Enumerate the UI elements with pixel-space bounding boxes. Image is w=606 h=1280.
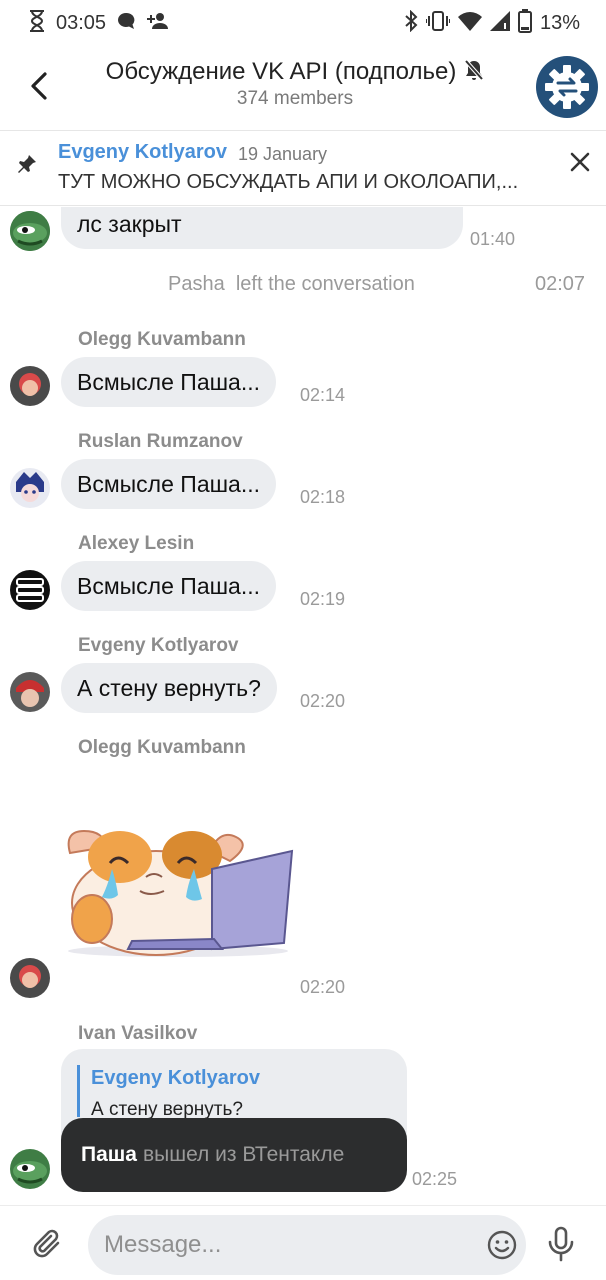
pinned-date: 19 January xyxy=(238,144,328,164)
sender-name[interactable]: Ruslan Rumzanov xyxy=(78,431,243,453)
battery-icon xyxy=(517,8,532,38)
pinned-author: Evgeny Kotlyarov xyxy=(58,141,227,163)
message-input[interactable]: Message... xyxy=(88,1215,526,1275)
bluetooth-icon xyxy=(404,9,418,37)
message-text: Всмысле Паша... xyxy=(77,572,261,599)
close-pinned-button[interactable] xyxy=(566,148,594,176)
chevron-left-icon xyxy=(31,72,47,100)
hourglass-icon xyxy=(28,9,46,38)
avatar[interactable] xyxy=(10,958,50,998)
message-bubble[interactable]: Всмысле Паша... xyxy=(61,357,277,407)
message-time: 02:25 xyxy=(412,1169,458,1189)
sender-name[interactable]: Evgeny Kotlyarov xyxy=(78,635,239,657)
message-text: Всмысле Паша... xyxy=(77,368,261,395)
close-icon xyxy=(570,152,590,172)
chat-title-block[interactable]: Обсуждение VK API (подполье) 374 members xyxy=(70,58,520,104)
service-time: 02:07 xyxy=(535,273,586,295)
avatar[interactable] xyxy=(10,672,50,712)
smile-icon xyxy=(487,1230,517,1260)
paperclip-icon xyxy=(33,1229,60,1258)
message-time: 02:14 xyxy=(300,385,346,405)
avatar[interactable] xyxy=(10,468,50,508)
sender-name[interactable]: Ivan Vasilkov xyxy=(78,1023,197,1045)
service-action: left the conversation xyxy=(235,273,415,295)
pinned-text: ТУТ МОЖНО ОБСУЖДАТЬ АПИ И ОКОЛОАПИ,... xyxy=(58,171,519,193)
message-input-placeholder: Message... xyxy=(104,1231,222,1258)
message-bubble[interactable]: А стену вернуть? xyxy=(61,663,277,713)
chat-icon xyxy=(116,11,136,36)
crying-hamster-laptop-sticker[interactable] xyxy=(60,791,296,961)
avatar[interactable] xyxy=(10,570,50,610)
wifi-icon xyxy=(457,11,482,36)
muted-bell-icon xyxy=(464,59,484,86)
message-time: 02:18 xyxy=(300,487,346,507)
message-list[interactable]: лс закрыт 01:40 Pasha left the conversat… xyxy=(0,207,606,1205)
pin-icon xyxy=(18,155,36,173)
vibrate-icon xyxy=(424,10,451,37)
reply-quote-bar xyxy=(77,1065,80,1117)
message-bubble[interactable]: Всмысле Паша... xyxy=(61,561,277,611)
composer-bar: Message... xyxy=(0,1205,606,1280)
chat-title: Обсуждение VK API (подполье) xyxy=(105,58,457,85)
avatar[interactable] xyxy=(10,1149,50,1189)
service-message: Pasha left the conversation xyxy=(168,273,415,296)
service-user: Pasha xyxy=(168,273,225,295)
toast-notification: Паша вышел из ВТентакле xyxy=(61,1118,407,1192)
signal-icon xyxy=(489,10,510,36)
avatar[interactable] xyxy=(10,211,50,251)
sender-name[interactable]: Alexey Lesin xyxy=(78,533,194,555)
person-add-icon xyxy=(146,11,170,36)
toast-text: вышел из ВТентакле xyxy=(142,1143,345,1166)
avatar[interactable] xyxy=(10,366,50,406)
message-time: 02:20 xyxy=(300,977,346,997)
message-bubble[interactable]: Всмысле Паша... xyxy=(61,459,277,509)
reply-author[interactable]: Evgeny Kotlyarov xyxy=(91,1067,260,1090)
sender-name[interactable]: Olegg Kuvambann xyxy=(78,737,246,759)
chat-header: Обсуждение VK API (подполье) 374 members xyxy=(0,46,606,128)
attach-button[interactable] xyxy=(32,1228,66,1262)
microphone-icon xyxy=(548,1226,574,1262)
sender-name[interactable]: Olegg Kuvambann xyxy=(78,329,246,351)
message-time: 02:20 xyxy=(300,691,346,711)
message-time: 01:40 xyxy=(470,229,516,249)
chat-avatar[interactable] xyxy=(536,56,598,118)
message-text: А стену вернуть? xyxy=(77,674,261,701)
emoji-button[interactable] xyxy=(486,1229,518,1261)
message-time: 02:19 xyxy=(300,589,346,609)
status-bar: 03:05 13% xyxy=(0,0,606,46)
message-text: лс закрыт xyxy=(77,210,182,237)
status-time: 03:05 xyxy=(56,11,107,34)
back-button[interactable] xyxy=(22,66,56,106)
gear-swap-icon xyxy=(545,65,589,109)
message-text: Всмысле Паша... xyxy=(77,470,261,497)
pinned-message[interactable]: Evgeny Kotlyarov 19 January ТУТ МОЖНО ОБ… xyxy=(0,130,606,206)
battery-percentage: 13% xyxy=(539,11,580,34)
message-bubble[interactable]: лс закрыт xyxy=(61,207,463,249)
voice-message-button[interactable] xyxy=(546,1226,576,1262)
toast-name: Паша xyxy=(81,1143,137,1166)
members-count: 374 members xyxy=(236,88,354,104)
